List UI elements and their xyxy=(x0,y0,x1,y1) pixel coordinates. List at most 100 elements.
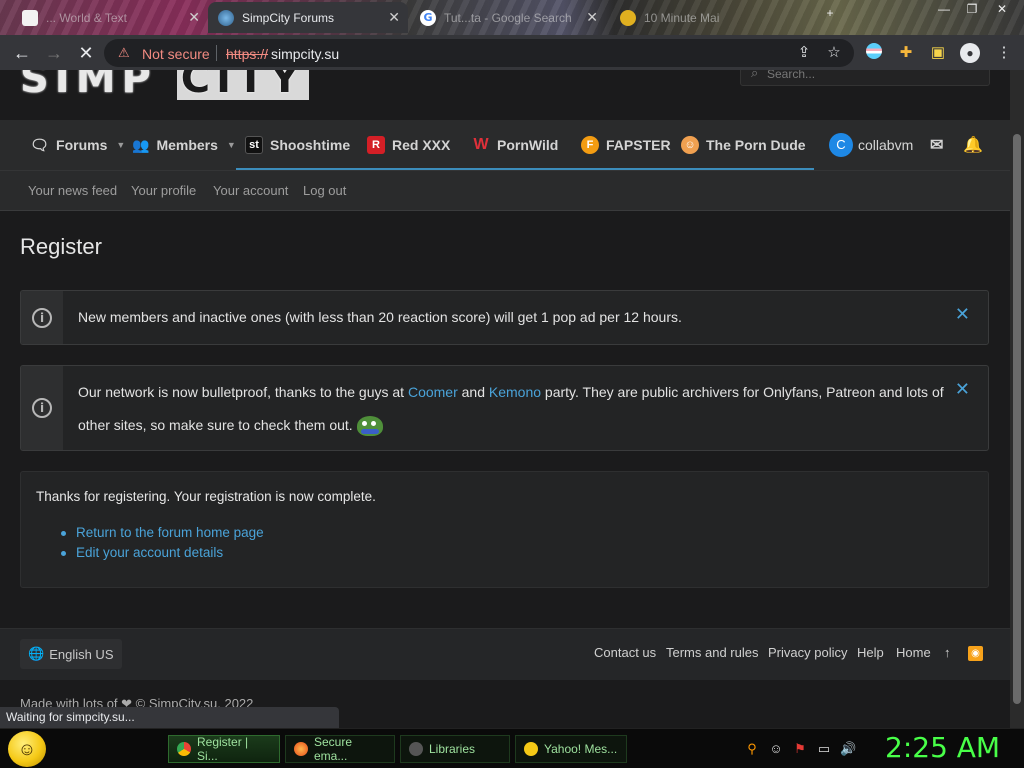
site-logo[interactable]: SIMP CITY xyxy=(20,70,340,100)
footer-link-privacy[interactable]: Privacy policy xyxy=(768,645,847,660)
browser-toolbar: ← → ✕ ⚠ Not secure https:// simpcity.su … xyxy=(0,35,1024,70)
info-icon: i xyxy=(32,398,52,418)
nav-label: Red XXX xyxy=(392,137,451,153)
share-icon[interactable]: ⇪ xyxy=(794,43,814,63)
network-icon[interactable]: ▭ xyxy=(816,741,832,757)
taskbar-item[interactable]: Yahoo! Mes... xyxy=(515,735,627,763)
nav-members[interactable]: 👥 Members ▼ xyxy=(132,120,236,170)
forward-icon[interactable]: → xyxy=(42,41,66,65)
taskbar-label: Yahoo! Mes... xyxy=(544,742,618,756)
nav-label: Forums xyxy=(56,137,108,153)
browser-tab[interactable]: G Tut...ta - Google Search ✕ xyxy=(410,2,606,33)
search-input[interactable]: ⌕ Search... xyxy=(740,70,990,86)
browser-tab[interactable]: ... World & Text ✕ xyxy=(12,2,208,33)
coomer-link[interactable]: Coomer xyxy=(408,384,458,400)
page-title: Register xyxy=(20,234,102,259)
taskbar-item[interactable]: Register | Si... xyxy=(168,735,280,763)
taskbar-label: Libraries xyxy=(429,742,476,756)
taskbar-label: Register | Si... xyxy=(197,735,249,763)
search-tray-icon[interactable]: ⚲ xyxy=(744,741,760,757)
close-tab-icon[interactable]: ✕ xyxy=(586,9,598,26)
chevron-down-icon: ▼ xyxy=(226,140,236,150)
kemono-link[interactable]: Kemono xyxy=(489,384,541,400)
tab-title: Tut...ta - Google Search xyxy=(444,10,572,25)
tab-favicon-icon xyxy=(218,9,234,26)
footer-link-help[interactable]: Help xyxy=(857,645,884,660)
firefox-icon xyxy=(294,742,308,756)
browser-menu-icon[interactable]: ⋮ xyxy=(994,43,1014,63)
nav-forums[interactable]: 🗨 Forums ▼ xyxy=(30,120,125,170)
browser-tab[interactable]: 10 Minute Mai xyxy=(610,2,810,33)
close-window-icon[interactable]: ✕ xyxy=(988,0,1016,22)
taskbar-item[interactable]: Secure ema... xyxy=(285,735,395,763)
sub-link-account[interactable]: Your account xyxy=(213,183,288,198)
volume-icon[interactable]: 🔊 xyxy=(840,741,856,757)
language-label: English US xyxy=(49,646,114,662)
inbox-envelope-icon[interactable]: ✉ xyxy=(930,120,943,170)
browser-status-text: Waiting for simpcity.su... xyxy=(0,707,339,728)
notice-network: i Our network is now bulletproof, thanks… xyxy=(20,365,989,451)
nav-fapster[interactable]: F FAPSTER xyxy=(581,120,671,170)
redxxx-icon: R xyxy=(367,136,385,154)
google-icon: G xyxy=(420,9,436,26)
action-center-flag-icon[interactable]: ⚑ xyxy=(792,741,808,757)
start-button[interactable]: ☺ xyxy=(8,731,46,767)
profile-flag-icon[interactable] xyxy=(864,43,884,63)
footer-link-terms[interactable]: Terms and rules xyxy=(666,645,758,660)
nav-user-account[interactable]: collabvm xyxy=(858,120,913,170)
members-icon: 👥 xyxy=(132,136,150,153)
restore-icon[interactable]: ❐ xyxy=(958,0,986,22)
dismiss-notice-icon[interactable]: ✕ xyxy=(955,379,970,400)
nav-shooshtime[interactable]: st Shooshtime xyxy=(245,120,350,170)
page-scrollbar[interactable] xyxy=(1010,70,1024,728)
forums-icon: 🗨 xyxy=(30,137,50,154)
close-tab-icon[interactable]: ✕ xyxy=(388,9,400,26)
page-viewport: SIMP CITY ⌕ Search... 🗨 Forums ▼ 👥 Membe… xyxy=(0,70,1010,728)
porndude-icon: ☺ xyxy=(681,136,699,154)
dismiss-notice-icon[interactable]: ✕ xyxy=(955,304,970,325)
nav-pornwild[interactable]: W PornWild xyxy=(472,120,558,170)
avatar[interactable]: C xyxy=(829,133,853,157)
pornwild-icon: W xyxy=(473,136,489,153)
chrome-icon xyxy=(177,742,191,756)
tab-title: 10 Minute Mai xyxy=(644,10,720,25)
language-chooser-button[interactable]: 🌐 English US xyxy=(20,639,122,669)
new-tab-icon[interactable]: + xyxy=(816,4,844,26)
footer-link-home[interactable]: Home xyxy=(896,645,931,660)
taskbar-item[interactable]: Libraries xyxy=(400,735,510,763)
footer-link-contact[interactable]: Contact us xyxy=(594,645,656,660)
security-label[interactable]: Not secure xyxy=(142,46,210,62)
close-tab-icon[interactable]: ✕ xyxy=(188,9,200,26)
divider xyxy=(216,45,217,61)
stop-loading-icon[interactable]: ✕ xyxy=(74,41,98,65)
registration-complete-block: Thanks for registering. Your registratio… xyxy=(20,471,989,588)
taskbar-clock[interactable]: 2:25 AM xyxy=(885,731,1000,764)
extensions-puzzle-icon[interactable]: ✚ xyxy=(896,43,916,63)
bookmark-star-icon[interactable]: ☆ xyxy=(824,43,844,63)
chevron-down-icon: ▼ xyxy=(116,140,126,150)
sub-link-profile[interactable]: Your profile xyxy=(131,183,196,198)
minimize-icon[interactable]: — xyxy=(930,0,958,22)
messenger-tray-icon[interactable]: ☺ xyxy=(768,741,784,757)
globe-icon: 🌐 xyxy=(28,646,45,661)
taskbar-label: Secure ema... xyxy=(314,735,353,763)
browser-tab-strip: ... World & Text ✕ SimpCity Forums ✕ G T… xyxy=(0,0,1024,35)
account-avatar-icon[interactable]: ● xyxy=(960,43,980,63)
sub-link-logout[interactable]: Log out xyxy=(303,183,346,198)
sub-link-news-feed[interactable]: Your news feed xyxy=(28,183,117,198)
address-bar[interactable]: ⚠ Not secure https:// simpcity.su ⇪ ☆ xyxy=(104,39,854,67)
notifications-bell-icon[interactable]: 🔔 xyxy=(963,120,983,170)
scrollbar-thumb[interactable] xyxy=(1013,134,1021,704)
sidebar-icon[interactable]: ▣ xyxy=(928,43,948,63)
scroll-top-arrow-icon[interactable]: ↑ xyxy=(944,645,951,660)
rss-icon[interactable]: ◉ xyxy=(968,646,983,661)
sub-navigation: Your news feed Your profile Your account… xyxy=(0,170,1010,211)
edit-account-link[interactable]: Edit your account details xyxy=(61,543,264,563)
browser-tab-active[interactable]: SimpCity Forums ✕ xyxy=(208,2,408,33)
site-header: SIMP CITY ⌕ Search... xyxy=(0,70,1010,120)
nav-porndude[interactable]: ☺ The Porn Dude xyxy=(681,120,806,170)
warning-icon[interactable]: ⚠ xyxy=(118,45,130,61)
return-home-link[interactable]: Return to the forum home page xyxy=(61,523,264,543)
nav-redxxx[interactable]: R Red XXX xyxy=(367,120,450,170)
back-icon[interactable]: ← xyxy=(10,41,34,65)
